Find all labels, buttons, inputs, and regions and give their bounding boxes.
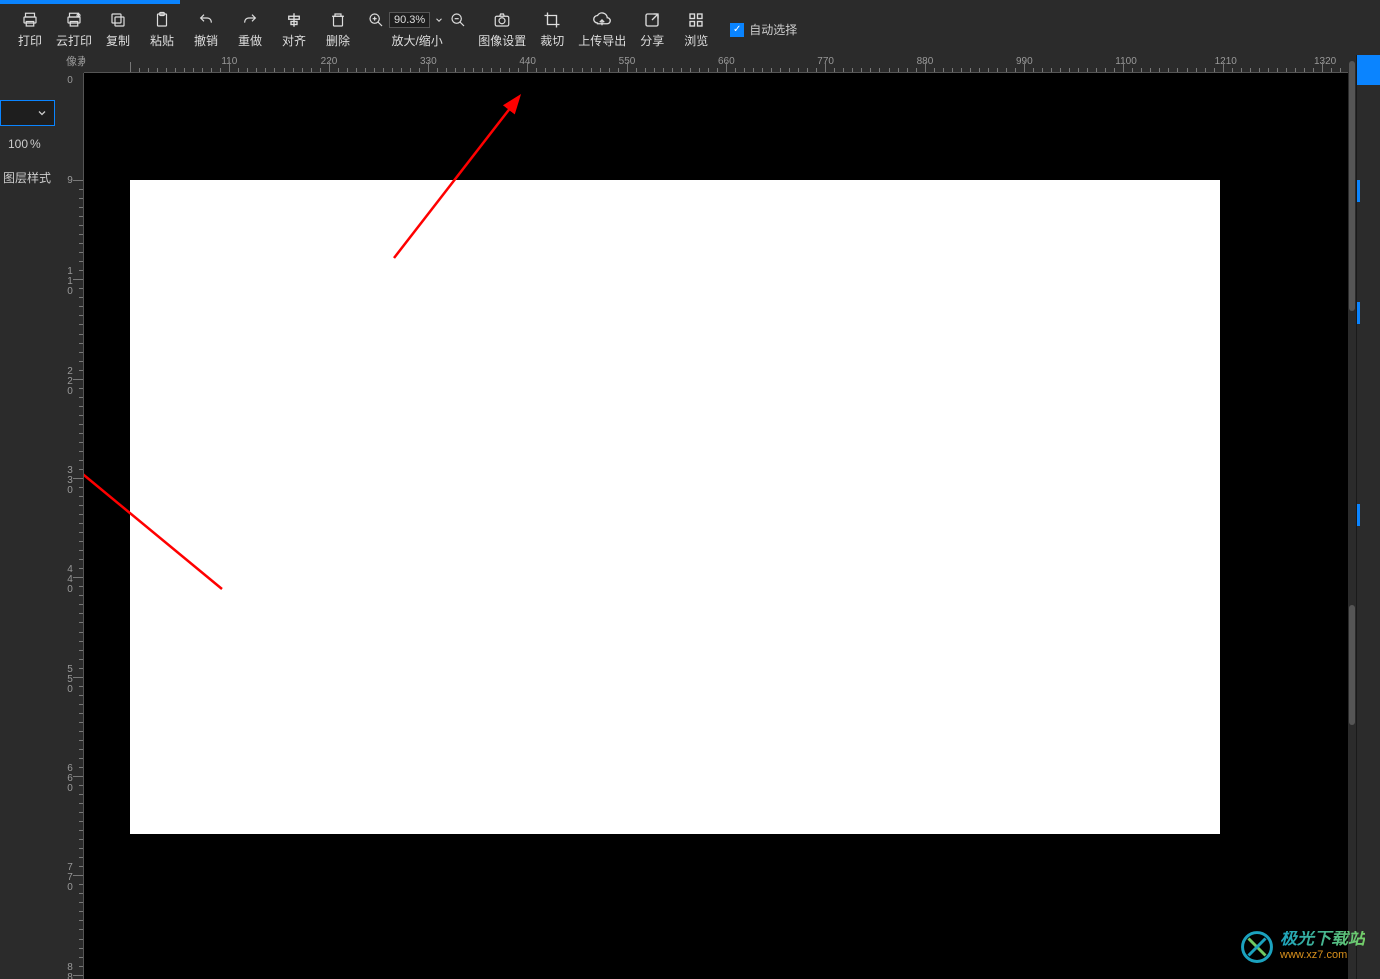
zoom-value-input[interactable]: 90.3%	[389, 12, 430, 28]
cloud-print-icon	[64, 10, 84, 30]
auto-select-checkbox[interactable]: ✓ 自动选择	[730, 21, 797, 38]
zoom-group: 90.3% 放大/缩小	[360, 10, 474, 49]
undo-label: 撤销	[194, 32, 218, 49]
watermark-logo-icon	[1240, 930, 1274, 964]
zoom-out-icon[interactable]	[448, 10, 468, 30]
canvas-viewport[interactable]	[84, 73, 1350, 979]
print-icon	[20, 10, 40, 30]
image-settings-button[interactable]: 图像设置	[474, 7, 530, 52]
undo-icon	[196, 10, 216, 30]
upload-export-label: 上传导出	[578, 32, 626, 49]
ruler-tick: 880	[64, 963, 76, 979]
ruler-tick: 110	[64, 267, 76, 297]
panel-marker[interactable]	[1357, 180, 1360, 202]
crop-button[interactable]: 裁切	[530, 7, 574, 52]
right-panel-strip	[1356, 55, 1380, 979]
vertical-scrollbar[interactable]	[1348, 55, 1356, 979]
panel-marker[interactable]	[1357, 302, 1360, 324]
ruler-tick: 660	[64, 764, 76, 794]
paste-icon	[152, 10, 172, 30]
panel-marker[interactable]	[1357, 504, 1360, 526]
chevron-down-icon	[36, 107, 48, 119]
cloud-print-button[interactable]: 云打印	[52, 7, 96, 52]
delete-label: 删除	[326, 32, 350, 49]
opacity-field[interactable]: 100 %	[0, 132, 41, 156]
print-button[interactable]: 打印	[8, 7, 52, 52]
canvas[interactable]	[130, 180, 1220, 834]
undo-button[interactable]: 撤销	[184, 7, 228, 52]
layer-style-button[interactable]: 图层样式	[0, 165, 51, 189]
paste-label: 粘贴	[150, 32, 174, 49]
crop-label: 裁切	[540, 32, 564, 49]
share-button[interactable]: 分享	[630, 7, 674, 52]
ruler-tick: 770	[64, 863, 76, 893]
left-panel	[0, 55, 60, 979]
redo-icon	[240, 10, 260, 30]
main-toolbar: 打印 云打印 复制 粘贴 撤销 重做 对齐	[0, 4, 1380, 55]
align-label: 对齐	[282, 32, 306, 49]
watermark-title: 极光下载站	[1280, 931, 1365, 947]
crop-icon	[542, 10, 562, 30]
checkbox-icon: ✓	[730, 23, 744, 37]
ruler-tick: 440	[64, 565, 76, 595]
cloud-print-label: 云打印	[56, 32, 92, 49]
right-active-tab[interactable]	[1357, 55, 1380, 85]
align-icon	[284, 10, 304, 30]
blend-mode-dropdown[interactable]	[0, 100, 55, 126]
browse-button[interactable]: 浏览	[674, 7, 718, 52]
chevron-down-icon[interactable]	[433, 10, 445, 30]
share-icon	[642, 10, 662, 30]
share-label: 分享	[640, 32, 664, 49]
delete-button[interactable]: 删除	[316, 7, 360, 52]
scroll-thumb[interactable]	[1349, 605, 1355, 725]
print-label: 打印	[18, 32, 42, 49]
zoom-in-icon[interactable]	[366, 10, 386, 30]
browse-label: 浏览	[684, 32, 708, 49]
ruler-tick: 550	[64, 665, 76, 695]
watermark: 极光下载站 www.xz7.com	[1240, 930, 1365, 964]
upload-export-button[interactable]: 上传导出	[574, 7, 630, 52]
camera-icon	[492, 10, 512, 30]
opacity-value: 100	[8, 137, 28, 151]
upload-icon	[592, 10, 612, 30]
delete-icon	[328, 10, 348, 30]
layer-style-label: 图层样式	[3, 169, 51, 186]
opacity-unit: %	[30, 137, 41, 151]
paste-button[interactable]: 粘贴	[140, 7, 184, 52]
watermark-url: www.xz7.com	[1280, 947, 1365, 963]
grid-icon	[686, 10, 706, 30]
image-settings-label: 图像设置	[478, 32, 526, 49]
copy-button[interactable]: 复制	[96, 7, 140, 52]
redo-button[interactable]: 重做	[228, 7, 272, 52]
horizontal-ruler[interactable]: 0110220330440550660770880990110012101320	[84, 55, 1350, 73]
align-button[interactable]: 对齐	[272, 7, 316, 52]
auto-select-label: 自动选择	[749, 21, 797, 38]
ruler-tick: 9	[64, 176, 76, 186]
zoom-label: 放大/缩小	[391, 32, 442, 49]
copy-icon	[108, 10, 128, 30]
vertical-ruler[interactable]: 01102203304405506607708809	[64, 73, 84, 979]
ruler-tick: 330	[64, 466, 76, 496]
scroll-thumb[interactable]	[1349, 61, 1355, 311]
copy-label: 复制	[106, 32, 130, 49]
redo-label: 重做	[238, 32, 262, 49]
ruler-tick: 220	[64, 367, 76, 397]
